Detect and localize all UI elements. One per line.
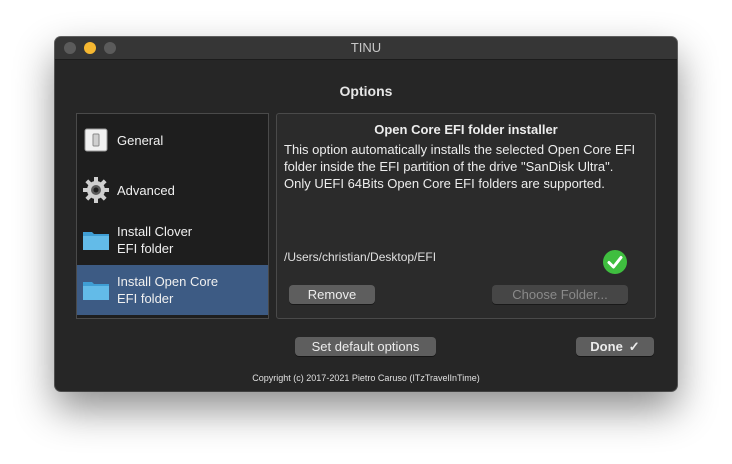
checkmark-icon: ✓ — [628, 338, 640, 354]
folder-icon — [83, 282, 109, 300]
choose-folder-button[interactable]: Choose Folder... — [492, 285, 628, 304]
sidebar-item-install-clover[interactable]: Install Clover EFI folder — [77, 215, 268, 265]
sidebar-item-label: Install Open Core EFI folder — [117, 274, 219, 306]
copyright-text: Copyright (c) 2017-2021 Pietro Caruso (I… — [252, 373, 480, 383]
window-title: TINU — [350, 40, 382, 55]
remove-button[interactable]: Remove — [289, 285, 375, 304]
efi-folder-path: /Users/christian/Desktop/EFI — [284, 250, 437, 264]
panel-description: This option automatically installs the s… — [284, 142, 636, 191]
panel-title: Open Core EFI folder installer — [374, 122, 558, 137]
sidebar-item-label: Advanced — [117, 182, 175, 198]
sidebar-item-label: General — [117, 132, 164, 148]
sidebar-item-label: Install Clover EFI folder — [117, 224, 193, 256]
options-sidebar: General Advanced Install Clover EFI fold… — [76, 113, 269, 319]
options-detail-panel: Open Core EFI folder installer This opti… — [276, 113, 656, 319]
done-button-label: Done — [590, 339, 623, 354]
page-title: Options — [339, 83, 393, 99]
done-button[interactable]: Done ✓ — [576, 337, 654, 356]
options-window: TINU Options General Advanced Install Cl… — [55, 37, 677, 391]
set-default-options-button[interactable]: Set default options — [295, 337, 436, 356]
general-icon — [84, 128, 108, 152]
sidebar-item-advanced[interactable]: Advanced — [77, 165, 268, 215]
gear-icon — [83, 177, 109, 203]
sidebar-item-install-open-core[interactable]: Install Open Core EFI folder — [77, 265, 268, 315]
checkmark-icon — [603, 250, 627, 274]
sidebar-item-general[interactable]: General — [77, 115, 268, 165]
title-bar[interactable]: TINU — [55, 37, 677, 60]
folder-icon — [83, 232, 109, 250]
